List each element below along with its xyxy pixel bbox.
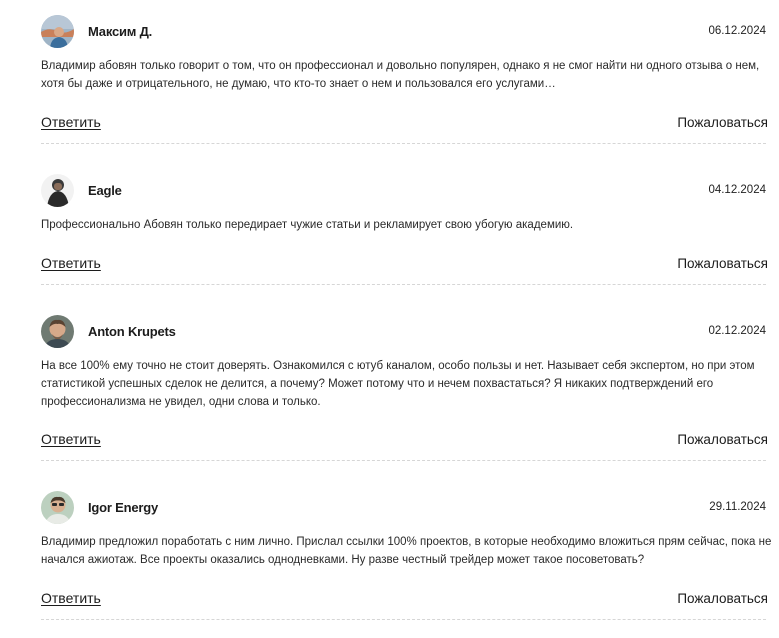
comment-divider [41, 460, 766, 461]
comment-date: 04.12.2024 [708, 184, 766, 196]
report-button[interactable]: Пожаловаться [677, 432, 768, 447]
comment-divider [41, 619, 766, 620]
report-button[interactable]: Пожаловаться [677, 115, 768, 130]
user-avatar-icon [41, 315, 74, 348]
comment-text: Владимир абовян только говорит о том, чт… [41, 60, 760, 90]
comment-author: Eagle [88, 183, 122, 198]
user-avatar-icon [41, 15, 74, 48]
comment-date: 02.12.2024 [708, 325, 766, 337]
comment-author: Anton Krupets [88, 324, 176, 339]
comment-header: Eagle 04.12.2024 [41, 174, 766, 208]
reply-button[interactable]: Ответить [41, 114, 101, 130]
comment-header: Максим Д. 06.12.2024 [41, 15, 766, 49]
user-avatar-icon [41, 174, 74, 207]
comment-text: На все 100% ему точно не стоит доверять.… [41, 360, 755, 408]
report-button[interactable]: Пожаловаться [677, 591, 768, 606]
user-avatar-icon [41, 491, 74, 524]
comment-author: Igor Energy [88, 500, 159, 515]
comment-text: Профессионально Абовян только передирает… [41, 219, 574, 231]
report-button[interactable]: Пожаловаться [677, 256, 768, 271]
comment-divider [41, 284, 766, 285]
comment-text: Владимир предложил поработать с ним личн… [41, 536, 772, 566]
comment-header: Igor Energy 29.11.2024 [41, 491, 766, 525]
comment-header: Anton Krupets 02.12.2024 [41, 315, 766, 349]
comment-divider [41, 143, 766, 144]
reply-button[interactable]: Ответить [41, 255, 101, 271]
comment-date: 29.11.2024 [709, 501, 766, 513]
reply-button[interactable]: Ответить [41, 590, 101, 606]
comment-author: Максим Д. [88, 24, 153, 39]
comment-date: 06.12.2024 [708, 25, 766, 37]
reply-button[interactable]: Ответить [41, 431, 101, 447]
